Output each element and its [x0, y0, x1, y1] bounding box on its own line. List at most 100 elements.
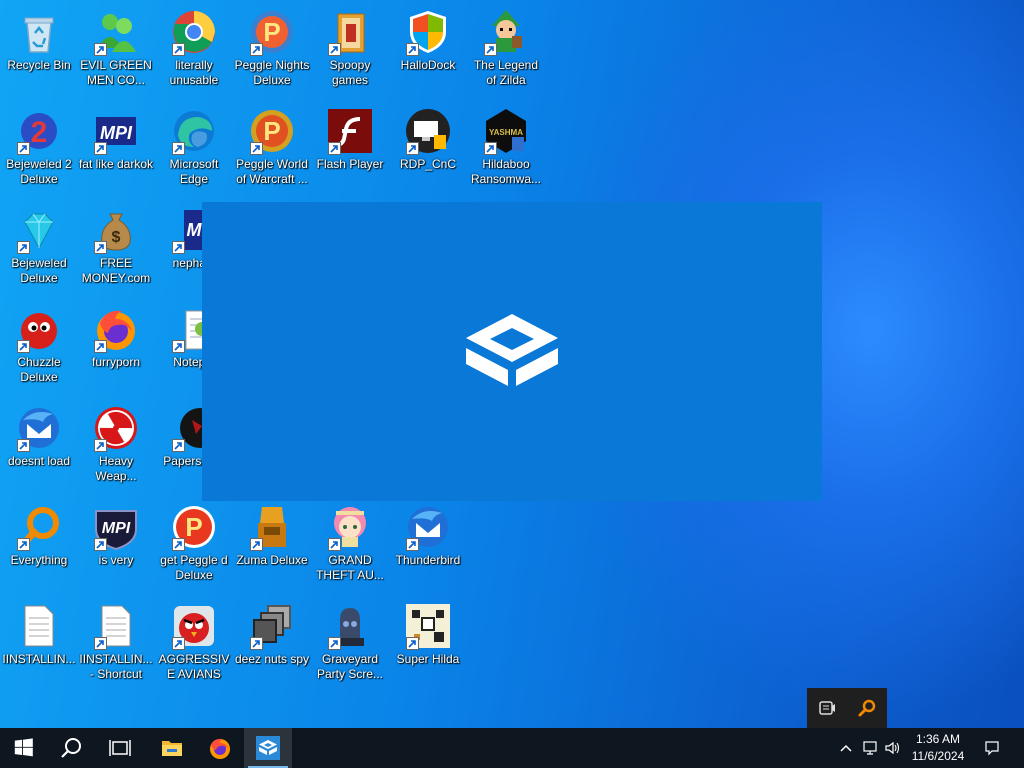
svg-text:P: P [263, 116, 280, 146]
icon-label: Bejeweled Deluxe [11, 256, 67, 285]
desktop-icon-furryporn[interactable]: furryporn [78, 301, 154, 397]
shortcut-arrow-icon [328, 637, 341, 650]
shortcut-arrow-icon [17, 142, 30, 155]
icon-label: Recycle Bin [7, 58, 71, 72]
windows-logo-icon [14, 738, 33, 757]
firefox-taskbar-button[interactable] [196, 728, 244, 768]
desktop-icon-literally-unusable[interactable]: literally unusable [156, 4, 232, 100]
pixel-art-icon [404, 602, 452, 650]
desktop-icon-doesnt-load[interactable]: doesnt load [1, 400, 77, 496]
peggle-nights-icon: P [248, 8, 296, 56]
desktop-icon-grand-theft-auto[interactable]: GRAND THEFT AU... [312, 499, 388, 595]
start-button[interactable] [0, 728, 48, 768]
svg-text:YASHMA: YASHMA [489, 128, 523, 137]
notifications-button[interactable] [978, 728, 1006, 768]
desktop-icon-aggressive-avians[interactable]: AGGRESSIVE AVIANS [156, 598, 232, 694]
search-button[interactable] [48, 728, 96, 768]
desktop[interactable]: Recycle Bin EVIL GREEN MEN CO... literal… [0, 0, 1024, 728]
icon-label: Thunderbird [395, 553, 461, 567]
volume-button[interactable] [880, 728, 904, 768]
volume-icon [885, 741, 900, 755]
everything-search-icon[interactable] [857, 698, 877, 718]
desktop-icon-legend-of-zilda[interactable]: The Legend of Zilda [468, 4, 544, 100]
shortcut-arrow-icon [172, 142, 185, 155]
network-button[interactable] [858, 728, 882, 768]
shortcut-arrow-icon [172, 538, 185, 551]
zelda-icon [482, 8, 530, 56]
desktop-icon-free-money[interactable]: $ FREE MONEY.com [78, 202, 154, 298]
firefox-icon [92, 305, 140, 353]
svg-text:$: $ [112, 229, 121, 246]
desktop-icon-bejeweled-deluxe[interactable]: Bejeweled Deluxe [1, 202, 77, 298]
graveyard-icon [326, 602, 374, 650]
icon-label: get Peggle d Deluxe [160, 553, 228, 582]
desktop-icon-chuzzle-deluxe[interactable]: Chuzzle Deluxe [1, 301, 77, 397]
sandbox-box-icon [464, 312, 560, 388]
icon-label: Microsoft Edge [169, 157, 219, 186]
file-explorer-button[interactable] [148, 728, 196, 768]
icon-label: doesnt load [7, 454, 71, 468]
clock-time: 1:36 AM [915, 732, 961, 746]
desktop-icon-peggle-wow[interactable]: P Peggle World of Warcraft ... [234, 103, 310, 199]
desktop-icon-heavy-weapon[interactable]: Heavy Weap... [78, 400, 154, 496]
desktop-icon-everything[interactable]: Everything [1, 499, 77, 595]
desktop-icon-spoopy-games[interactable]: Spoopy games [312, 4, 388, 100]
bejeweled2-icon: 2 [15, 107, 63, 155]
icon-label: deez nuts spy [234, 652, 310, 666]
shortcut-arrow-icon [94, 43, 107, 56]
desktop-icon-installing-txt[interactable]: IINSTALLIN... [1, 598, 77, 694]
icon-label: GRAND THEFT AU... [316, 553, 384, 582]
shortcut-arrow-icon [172, 43, 185, 56]
desktop-icon-fat-like-darkok[interactable]: MPI fat like darkok [78, 103, 154, 199]
sandbox-taskbar-button[interactable] [244, 728, 292, 768]
shortcut-arrow-icon [328, 142, 341, 155]
svg-text:MPI: MPI [100, 123, 133, 143]
folder-icon [326, 8, 374, 56]
desktop-icon-recycle-bin[interactable]: Recycle Bin [1, 4, 77, 100]
desktop-icon-deez-nuts-spy[interactable]: deez nuts spy [234, 598, 310, 694]
desktop-icon-bejeweled-2[interactable]: 2 Bejeweled 2 Deluxe [1, 103, 77, 199]
desktop-icon-get-peggle-deluxe[interactable]: P get Peggle d Deluxe [156, 499, 232, 595]
clock-date: 11/6/2024 [911, 749, 965, 763]
shortcut-arrow-icon [484, 142, 497, 155]
desktop-icon-hallodock[interactable]: HalloDock [390, 4, 466, 100]
shortcut-arrow-icon [17, 439, 30, 452]
shortcut-arrow-icon [406, 637, 419, 650]
desktop-icon-microsoft-edge[interactable]: Microsoft Edge [156, 103, 232, 199]
diamond-icon [15, 206, 63, 254]
icon-label: Everything [10, 553, 68, 567]
svg-text:P: P [263, 17, 280, 47]
icon-label: Spoopy games [329, 58, 371, 87]
svg-text:2: 2 [31, 116, 48, 149]
system-clock[interactable]: 1:36 AM 11/6/2024 [904, 731, 972, 765]
text-file-icon [92, 602, 140, 650]
desktop-icon-is-very[interactable]: MPI is very [78, 499, 154, 595]
task-view-button[interactable] [96, 728, 144, 768]
desktop-icon-installing-shortcut[interactable]: IINSTALLIN... - Shortcut [78, 598, 154, 694]
shortcut-arrow-icon [94, 340, 107, 353]
desktop-icon-evil-green-men[interactable]: EVIL GREEN MEN CO... [78, 4, 154, 100]
file-explorer-icon [162, 741, 182, 756]
icon-label: Graveyard Party Scre... [316, 652, 384, 681]
shortcut-arrow-icon [484, 43, 497, 56]
shortcut-arrow-icon [250, 43, 263, 56]
icon-label: IINSTALLIN... [2, 652, 76, 666]
desktop-icon-super-hilda[interactable]: Super Hilda [390, 598, 466, 694]
desktop-icon-peggle-nights[interactable]: P Peggle Nights Deluxe [234, 4, 310, 100]
icon-label: is very [98, 553, 134, 567]
anime-girl-icon [326, 503, 374, 551]
desktop-icon-flash-player[interactable]: Flash Player [312, 103, 388, 199]
shortcut-arrow-icon [172, 439, 185, 452]
shortcut-arrow-icon [172, 340, 185, 353]
desktop-icon-zuma-deluxe[interactable]: Zuma Deluxe [234, 499, 310, 595]
yashma-icon: YASHMA [482, 107, 530, 155]
desktop-icon-hildaboo-ransomware[interactable]: YASHMA Hildaboo Ransomwa... [468, 103, 544, 199]
desktop-icon-rdp-cnc[interactable]: RDP_CnC [390, 103, 466, 199]
icon-label: AGGRESSIVE AVIANS [158, 652, 230, 681]
show-hidden-icons-button[interactable] [834, 728, 858, 768]
icon-label: Zuma Deluxe [236, 553, 308, 567]
desktop-icon-graveyard-party[interactable]: Graveyard Party Scre... [312, 598, 388, 694]
desktop-icon-thunderbird[interactable]: Thunderbird [390, 499, 466, 595]
recorder-icon[interactable] [817, 698, 837, 718]
thunderbird-icon [404, 503, 452, 551]
